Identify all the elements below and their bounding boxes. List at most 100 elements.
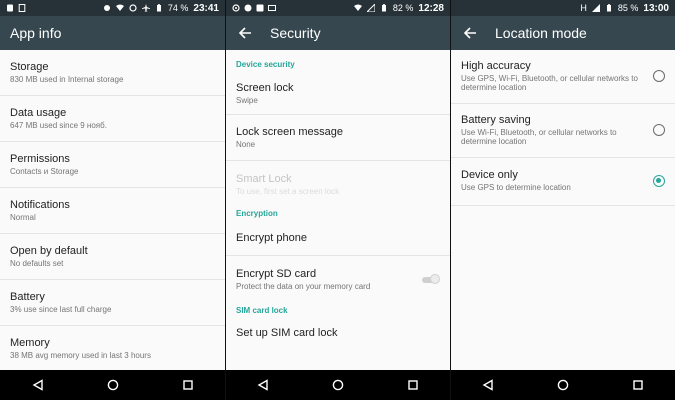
item-title: Battery	[10, 291, 45, 303]
item-title: Permissions	[10, 153, 70, 165]
category-device-security: Device security	[236, 60, 295, 69]
email-icon	[268, 5, 276, 11]
app-bar: App info	[0, 16, 225, 50]
item-title: Storage	[10, 61, 49, 73]
list-item-memory[interactable]: Memory 38 MB avg memory used in last 3 h…	[0, 326, 225, 370]
circle-home-icon	[107, 379, 118, 391]
radio-high-accuracy[interactable]	[653, 69, 665, 82]
triangle-back-icon	[257, 379, 269, 391]
nav-recent-button[interactable]	[174, 376, 202, 394]
nav-home-button[interactable]	[324, 376, 352, 394]
item-title: Encrypt SD card	[236, 267, 317, 280]
list-item-notifications[interactable]: Notifications Normal	[0, 188, 225, 234]
nav-recent-button[interactable]	[624, 376, 652, 394]
clock: 12:28	[418, 2, 444, 14]
wifi-icon	[115, 4, 124, 11]
location-mode-screen: H 85 % 13:00 Location mode High accuracy…	[450, 0, 675, 400]
battery-percent: 82 %	[392, 3, 414, 13]
battery-icon	[156, 4, 161, 12]
page-title: Location mode	[495, 25, 587, 41]
mode-device-only[interactable]: Device only Use GPS to determine locatio…	[451, 158, 675, 206]
radio-battery-saving[interactable]	[653, 123, 665, 136]
item-subtitle: Protect the data on your memory card	[236, 281, 371, 291]
status-bar: H 85 % 13:00	[451, 0, 675, 16]
item-title: Memory	[10, 337, 50, 349]
clock: 13:00	[643, 2, 669, 14]
item-subtitle: None	[236, 140, 256, 149]
encrypt-sd-card-text: Encrypt SD card Protect the data on your…	[236, 268, 412, 291]
lock-screen-message-item[interactable]: Lock screen message None	[226, 115, 450, 161]
airplane-icon	[141, 4, 150, 12]
smart-lock-item: Smart Lock To use, first set a screen lo…	[226, 161, 450, 207]
item-subtitle: Normal	[10, 213, 36, 222]
item-title: Open by default	[10, 245, 88, 257]
mode-battery-saving[interactable]: Battery saving Use Wi-Fi, Bluetooth, or …	[451, 104, 675, 158]
item-subtitle: Swipe	[236, 96, 258, 105]
messenger-icon	[244, 4, 252, 12]
status-bar: 74 % 23:41	[0, 0, 225, 16]
page-title: App info	[10, 25, 62, 41]
status-bar: 82 % 12:28	[226, 0, 450, 16]
nav-home-button[interactable]	[99, 376, 127, 394]
item-subtitle: Contacts и Storage	[10, 167, 79, 176]
back-button[interactable]	[461, 24, 479, 42]
circle-home-icon	[557, 379, 569, 391]
nav-home-button[interactable]	[549, 376, 577, 394]
list-item-storage[interactable]: Storage 830 MB used in Internal storage	[0, 50, 225, 96]
battery-percent: 74 %	[167, 3, 189, 13]
arrow-left-icon	[463, 27, 476, 39]
app-bar: Security	[226, 16, 450, 50]
page-title: Security	[270, 25, 321, 41]
item-subtitle: No defaults set	[10, 259, 64, 268]
item-title: Smart Lock	[236, 172, 292, 185]
mode-high-accuracy[interactable]: High accuracy Use GPS, Wi-Fi, Bluetooth,…	[451, 50, 675, 104]
app-info-screen: 74 % 23:41 App info Storage 830 MB used …	[0, 0, 225, 400]
radio-device-only[interactable]	[653, 174, 665, 187]
list-item-permissions[interactable]: Permissions Contacts и Storage	[0, 142, 225, 188]
navigation-bar	[451, 370, 675, 400]
circle-home-icon	[332, 379, 344, 391]
mode-text: High accuracy Use GPS, Wi-Fi, Bluetooth,…	[461, 60, 645, 92]
item-title: Set up SIM card lock	[236, 327, 338, 339]
item-title: High accuracy	[461, 59, 531, 72]
list-item-open-by-default[interactable]: Open by default No defaults set	[0, 234, 225, 280]
security-list: Device security Screen lock Swipe Lock s…	[226, 50, 450, 370]
ring-icon	[129, 4, 137, 12]
item-subtitle: 38 MB avg memory used in last 3 hours	[10, 351, 151, 360]
category-sim-card-lock: SIM card lock	[236, 306, 288, 315]
nav-recent-button[interactable]	[399, 376, 427, 394]
item-title: Encrypt phone	[236, 231, 307, 244]
clock: 23:41	[193, 2, 219, 14]
encrypt-sd-toggle[interactable]	[420, 274, 440, 284]
sd-card-icon	[7, 4, 13, 12]
item-subtitle: 3% use since last full charge	[10, 305, 112, 314]
category-encryption: Encryption	[236, 209, 278, 218]
item-title: Screen lock	[236, 82, 294, 94]
vibrate-icon	[103, 5, 110, 11]
screen-lock-item[interactable]: Screen lock Swipe	[226, 73, 450, 115]
navigation-bar	[226, 370, 450, 400]
arrow-left-icon	[238, 27, 251, 39]
list-item-data-usage[interactable]: Data usage 647 MB used since 9 нояб.	[0, 96, 225, 142]
no-sim-icon	[366, 4, 375, 12]
document-icon	[18, 4, 26, 12]
triangle-back-icon	[482, 379, 494, 391]
nav-back-button[interactable]	[24, 376, 52, 394]
network-type: H	[580, 3, 587, 13]
nav-back-button[interactable]	[249, 376, 277, 394]
app-bar: Location mode	[451, 16, 675, 50]
list-item-battery[interactable]: Battery 3% use since last full charge	[0, 280, 225, 326]
item-title: Lock screen message	[236, 126, 343, 138]
navigation-bar	[0, 370, 225, 400]
item-subtitle: 647 MB used since 9 нояб.	[10, 121, 107, 130]
facebook-icon	[256, 4, 264, 12]
item-subtitle: To use, first set a screen lock	[236, 186, 340, 196]
battery-icon	[606, 4, 611, 12]
encrypt-phone-item[interactable]: Encrypt phone	[226, 222, 450, 256]
sim-card-lock-item[interactable]: Set up SIM card lock	[226, 319, 450, 349]
square-recent-icon	[407, 380, 418, 390]
back-button[interactable]	[236, 24, 254, 42]
encrypt-sd-card-item[interactable]: Encrypt SD card Protect the data on your…	[226, 256, 450, 302]
screenshot-triptych: 74 % 23:41 App info Storage 830 MB used …	[0, 0, 675, 400]
nav-back-button[interactable]	[474, 376, 502, 394]
